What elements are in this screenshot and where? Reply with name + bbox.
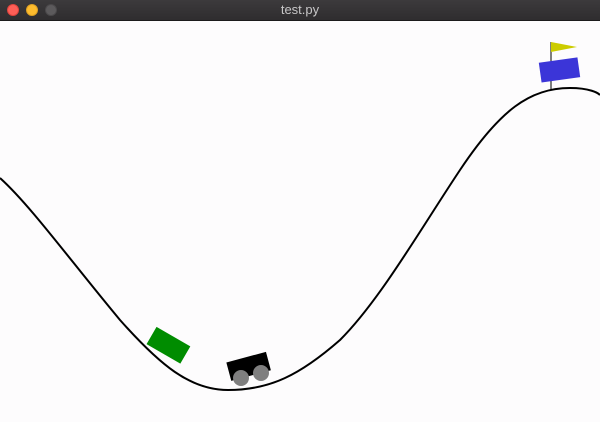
cart-wheel-rear <box>233 370 249 386</box>
canvas-background <box>0 21 600 422</box>
title-bar: test.py <box>0 0 600 21</box>
game-canvas <box>0 21 600 422</box>
app-window: test.py <box>0 0 600 422</box>
window-title: test.py <box>280 2 320 17</box>
cart-wheel-front <box>253 365 269 381</box>
